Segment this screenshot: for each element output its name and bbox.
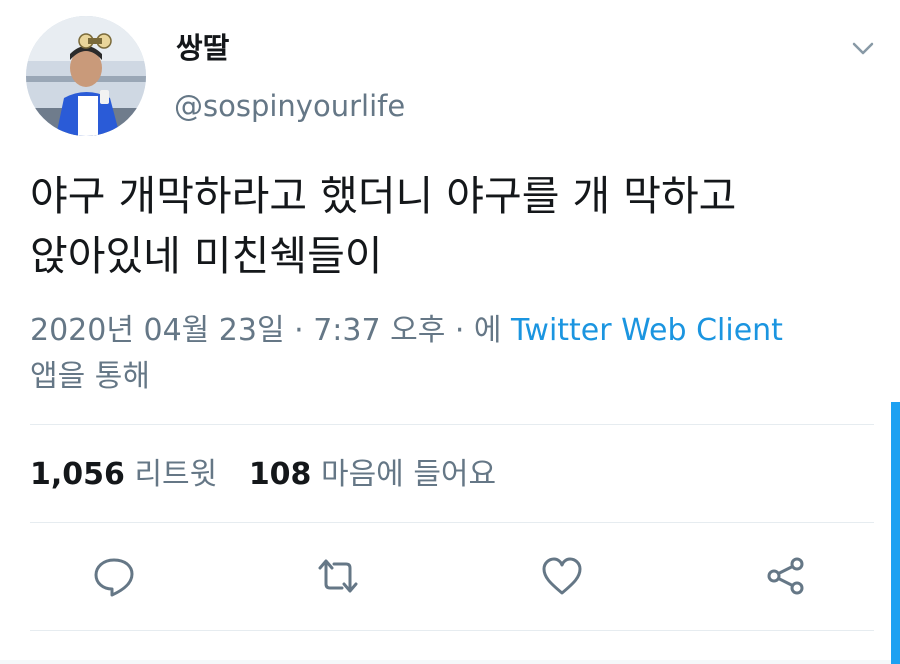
- via-prefix: 에: [473, 313, 512, 348]
- tweet-time: 7:37 오후: [313, 313, 446, 348]
- bottom-edge: [0, 660, 891, 664]
- like-count[interactable]: 108: [249, 457, 312, 492]
- retweet-label[interactable]: 리트윗: [134, 457, 217, 492]
- via-suffix: 앱을 통해: [30, 359, 150, 394]
- meta-separator: ·: [284, 313, 314, 348]
- share-icon[interactable]: [764, 554, 808, 598]
- meta-separator: ·: [445, 313, 474, 348]
- reply-icon[interactable]: [92, 554, 136, 598]
- divider: [30, 630, 874, 631]
- tweet-text: 야구 개막하라고 했더니 야구를 개 막하고 앉아있네 미친쉑들이: [30, 172, 737, 280]
- tweet-detail: 쌍딸 @sospinyourlife 야구 개막하라고 했더니 야구를 개 막하…: [0, 0, 900, 664]
- divider: [30, 424, 874, 425]
- source-link[interactable]: Twitter Web Client: [511, 313, 783, 348]
- tweet-date: 2020년 04월 23일: [30, 313, 285, 348]
- user-handle[interactable]: @sospinyourlife: [174, 86, 405, 126]
- divider: [30, 522, 874, 523]
- like-label[interactable]: 마음에 들어요: [321, 457, 496, 492]
- chevron-down-icon[interactable]: [848, 34, 878, 64]
- display-name[interactable]: 쌍딸: [176, 30, 229, 66]
- avatar[interactable]: [26, 16, 146, 136]
- retweet-count[interactable]: 1,056: [30, 457, 125, 492]
- heart-icon[interactable]: [540, 554, 584, 598]
- tweet-metadata: 2020년 04월 23일 · 7:37 오후 · 에 Twitter Web …: [30, 308, 870, 400]
- retweet-icon[interactable]: [316, 554, 360, 598]
- scrollbar[interactable]: [891, 402, 900, 664]
- tweet-stats: 1,056 리트윗 108 마음에 들어요: [30, 452, 496, 498]
